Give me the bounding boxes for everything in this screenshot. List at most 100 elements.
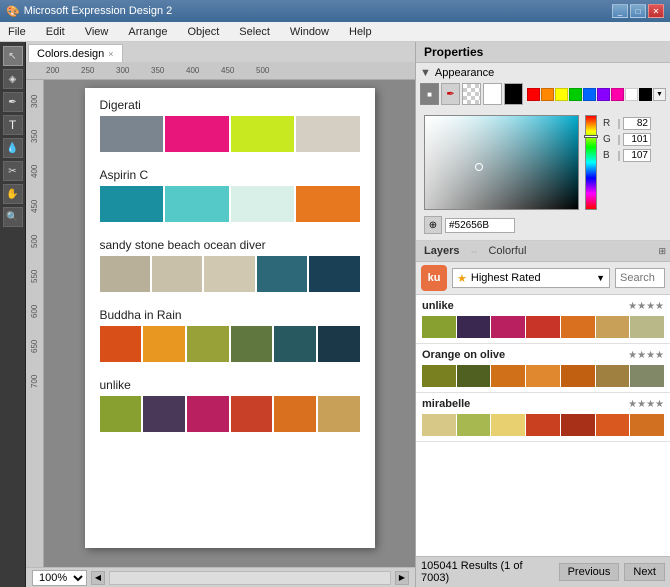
hue-cursor (584, 135, 598, 138)
checker-button[interactable] (462, 83, 481, 105)
b-input[interactable] (623, 149, 651, 162)
eyedropper-button[interactable]: ⊕ (424, 216, 442, 234)
palette-digerati: Digerati (100, 98, 360, 152)
minimize-button[interactable]: _ (612, 4, 628, 18)
g-bar[interactable] (618, 135, 620, 145)
color-swatch[interactable] (639, 88, 652, 101)
h-scrollbar[interactable] (109, 571, 391, 585)
palette-item-name: Orange on olive (422, 349, 628, 361)
stroke-button[interactable]: ✒ (441, 83, 460, 105)
swatch (274, 326, 316, 362)
filter-star: ★ (457, 272, 467, 285)
swatch (318, 396, 360, 432)
colors-design-tab[interactable]: Colors.design × (28, 44, 123, 62)
scissors-tool[interactable]: ✂ (3, 161, 23, 181)
panel-expand-button[interactable]: ⊞ (658, 246, 666, 257)
color-gradient[interactable] (424, 115, 579, 210)
palette-item-swatches (422, 365, 664, 387)
appearance-section: ▼ Appearance ■ ✒ (416, 63, 670, 241)
app-icon: 🎨 (6, 5, 20, 18)
swatch (187, 396, 229, 432)
palette-aspirin-c: Aspirin C (100, 168, 360, 222)
more-colors-button[interactable]: ▼ (653, 88, 666, 101)
color-swatch[interactable] (541, 88, 554, 101)
hue-strip[interactable] (585, 115, 597, 210)
left-toolbar: ↖ ◈ ✒ T 💧 ✂ ✋ 🔍 (0, 42, 26, 587)
hand-tool[interactable]: ✋ (3, 184, 23, 204)
swatch (143, 326, 185, 362)
g-input[interactable] (623, 133, 651, 146)
r-input[interactable] (623, 117, 651, 130)
p-swatch (422, 414, 456, 436)
swatch (152, 256, 202, 292)
eyedropper-tool[interactable]: 💧 (3, 138, 23, 158)
v-ruler-tick: 650 (30, 329, 39, 364)
v-ruler-tick: 500 (30, 224, 39, 259)
swatch (257, 256, 307, 292)
menu-select[interactable]: Select (235, 24, 274, 40)
design-canvas: Digerati Aspirin C (85, 88, 375, 548)
hex-input[interactable] (445, 218, 515, 233)
scroll-left-btn[interactable]: ◀ (91, 571, 105, 585)
zoom-tool[interactable]: 🔍 (3, 207, 23, 227)
appearance-label: Appearance (435, 67, 494, 79)
swatch (100, 256, 150, 292)
menu-help[interactable]: Help (345, 24, 376, 40)
next-button[interactable]: Next (624, 563, 665, 581)
text-tool[interactable]: T (3, 115, 23, 135)
layers-tab[interactable]: Layers (420, 243, 463, 259)
r-bar[interactable] (618, 119, 620, 129)
p-swatch (422, 365, 456, 387)
color-swatch[interactable] (625, 88, 638, 101)
menu-arrange[interactable]: Arrange (124, 24, 171, 40)
black-button[interactable] (504, 83, 523, 105)
color-swatch[interactable] (555, 88, 568, 101)
swatch (231, 396, 273, 432)
color-swatch[interactable] (611, 88, 624, 101)
v-ruler: 300 350 400 450 500 550 600 650 700 (26, 80, 44, 567)
ruler-tick: 450 (221, 66, 256, 75)
menu-view[interactable]: View (81, 24, 113, 40)
color-swatch[interactable] (583, 88, 596, 101)
green-row: G (603, 133, 651, 146)
menu-object[interactable]: Object (184, 24, 224, 40)
palette-item-orange-olive: Orange on olive ★★★★ (416, 344, 670, 393)
color-swatch[interactable] (569, 88, 582, 101)
scroll-right-btn[interactable]: ▶ (395, 571, 409, 585)
filter-dropdown[interactable]: ★ Highest Rated ▼ (452, 268, 610, 288)
canvas-area: Colors.design × 200 250 300 350 400 450 … (26, 42, 415, 587)
node-tool[interactable]: ◈ (3, 69, 23, 89)
zoom-select[interactable]: 100% 50% 200% (32, 570, 87, 586)
palette-unlike: unlike (100, 378, 360, 432)
layers-header: Layers ⇔ Colorful ⊞ (416, 241, 670, 262)
ruler-tick: 250 (81, 66, 116, 75)
swatch (274, 396, 316, 432)
menu-edit[interactable]: Edit (42, 24, 69, 40)
palette-item-header: unlike ★★★★ (422, 300, 664, 312)
palette-item-stars: ★★★★ (628, 301, 664, 312)
palette-item-swatches (422, 414, 664, 436)
color-swatch[interactable] (597, 88, 610, 101)
color-swatch[interactable] (527, 88, 540, 101)
fill-button[interactable]: ■ (420, 83, 439, 105)
select-tool[interactable]: ↖ (3, 46, 23, 66)
colorful-tab[interactable]: Colorful (484, 243, 530, 259)
menu-file[interactable]: File (4, 24, 30, 40)
swatch (143, 396, 185, 432)
pen-tool[interactable]: ✒ (3, 92, 23, 112)
p-swatch (630, 365, 664, 387)
palette-buddha-rain: Buddha in Rain (100, 308, 360, 362)
v-ruler-tick: 300 (30, 84, 39, 119)
tab-close-button[interactable]: × (108, 49, 113, 59)
white-button[interactable] (483, 83, 502, 105)
restore-button[interactable]: □ (630, 4, 646, 18)
color-picker-area: R G B (420, 111, 666, 214)
b-bar[interactable] (618, 151, 620, 161)
palette-item-header: mirabelle ★★★★ (422, 398, 664, 410)
close-button[interactable]: ✕ (648, 4, 664, 18)
menu-window[interactable]: Window (286, 24, 333, 40)
search-input[interactable] (615, 268, 665, 288)
swatch (100, 116, 164, 152)
previous-button[interactable]: Previous (559, 563, 620, 581)
menu-bar: File Edit View Arrange Object Select Win… (0, 22, 670, 42)
